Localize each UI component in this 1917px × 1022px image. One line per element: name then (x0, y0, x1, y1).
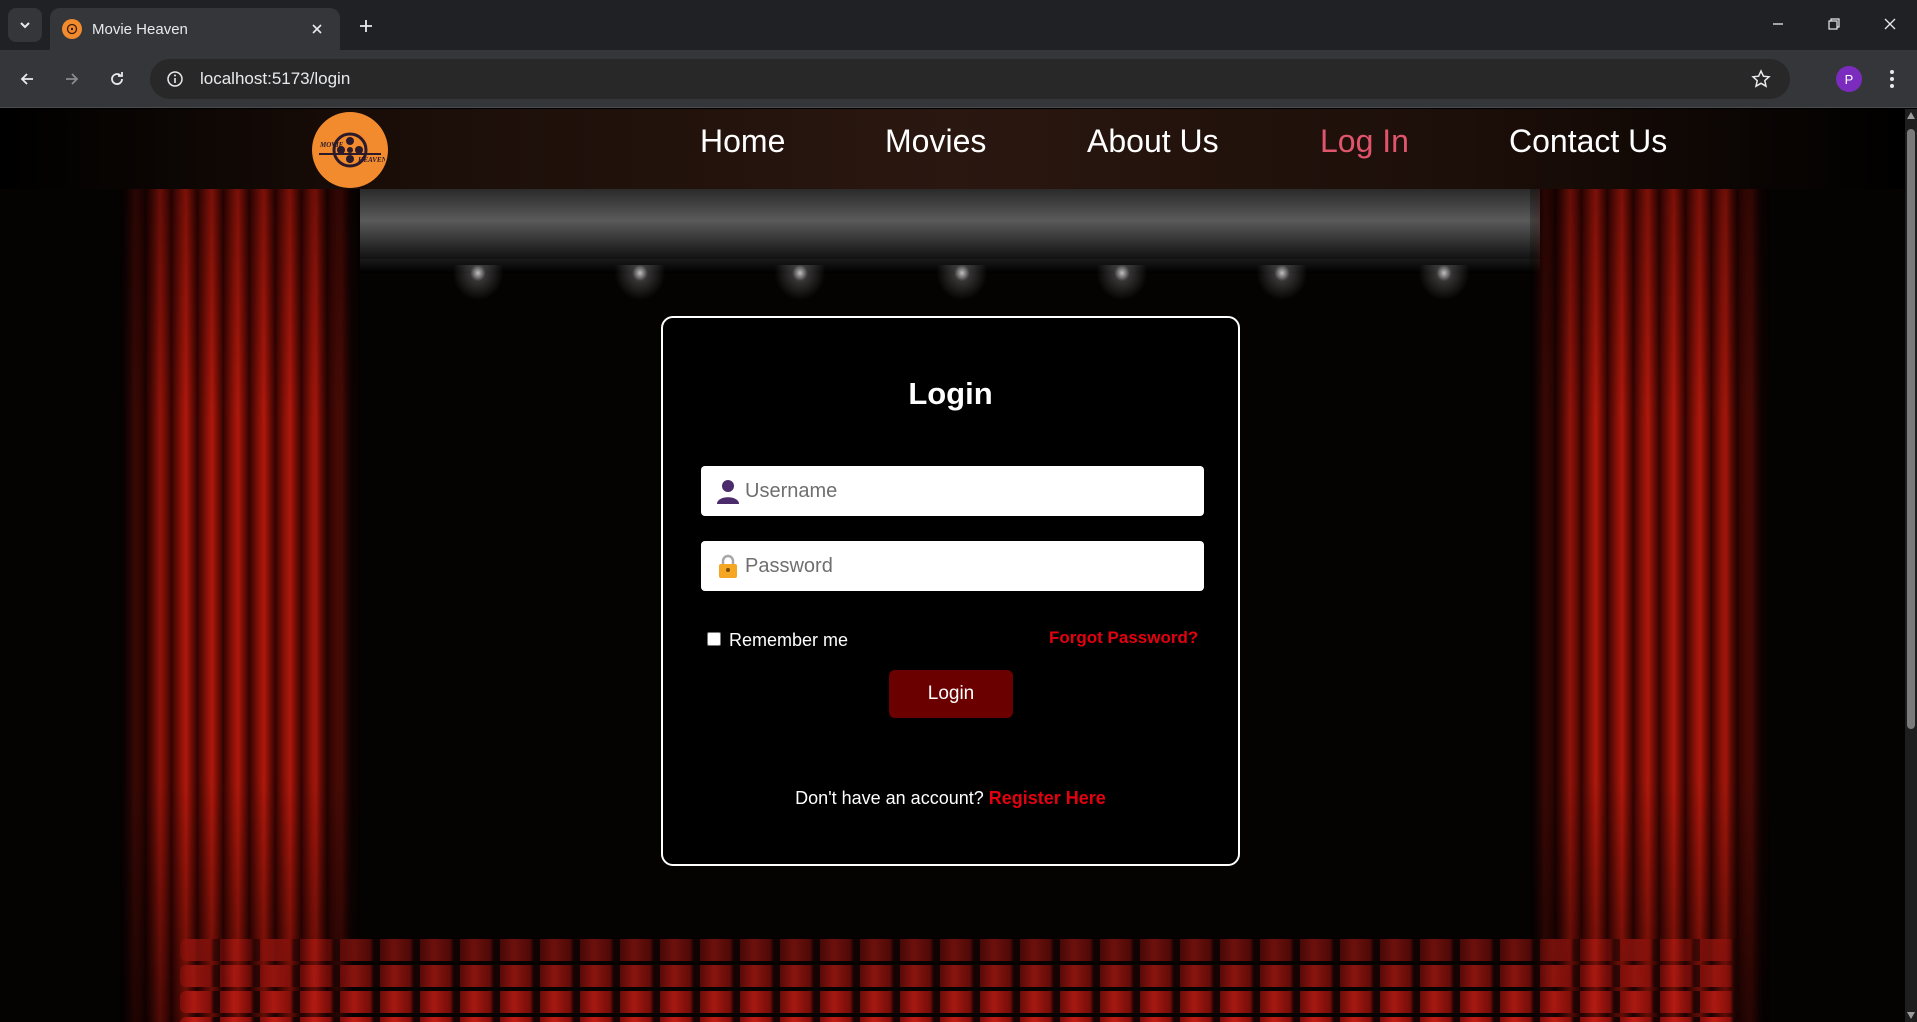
profile-avatar[interactable]: P (1836, 66, 1862, 92)
restore-icon[interactable] (1806, 0, 1862, 48)
remember-me-checkbox[interactable] (707, 631, 721, 646)
password-field[interactable] (701, 541, 1204, 591)
minimize-icon[interactable] (1750, 0, 1806, 48)
reload-icon[interactable] (102, 64, 132, 94)
site-info-icon[interactable] (164, 68, 186, 90)
svg-text:HEAVEN: HEAVEN (357, 156, 385, 164)
star-icon[interactable] (1746, 64, 1776, 94)
seat-row (180, 991, 1740, 1013)
nav-contact-us[interactable]: Contact Us (1509, 123, 1667, 160)
svg-text:MOVIE: MOVIE (319, 141, 344, 149)
page-scrollbar[interactable] (1905, 109, 1917, 1022)
movie-reel-icon (62, 19, 82, 39)
username-field[interactable] (701, 466, 1204, 516)
scroll-thumb[interactable] (1907, 129, 1915, 729)
login-form: Login Remember me Forgot Password? Login… (661, 316, 1240, 866)
stage-light (1252, 265, 1312, 305)
address-bar[interactable]: localhost:5173/login (150, 59, 1790, 99)
chevron-down-icon (20, 22, 30, 29)
tab-title: Movie Heaven (92, 20, 188, 38)
register-prompt: Don't have an account? Register Here (663, 788, 1238, 809)
lock-icon (715, 552, 741, 580)
register-prompt-text: Don't have an account? (795, 788, 984, 808)
stage-ceiling (360, 189, 1540, 259)
plus-icon[interactable] (352, 12, 380, 40)
stage-light (770, 265, 830, 305)
stage-light (932, 265, 992, 305)
url-text: localhost:5173/login (200, 69, 351, 88)
remember-me: Remember me (707, 630, 848, 651)
remember-me-label: Remember me (729, 630, 849, 650)
stage-light (1414, 265, 1474, 305)
scroll-down-arrow-icon[interactable] (1907, 1012, 1915, 1019)
register-link[interactable]: Register Here (989, 788, 1106, 808)
nav-log-in[interactable]: Log In (1320, 123, 1409, 160)
site-header: MOVIE HEAVEN Home Movies About Us Log In… (0, 109, 1905, 189)
stage-light (448, 265, 508, 305)
scroll-up-arrow-icon[interactable] (1907, 112, 1915, 119)
forgot-password-link[interactable]: Forgot Password? (1049, 628, 1198, 648)
curtain-shade (1530, 149, 1770, 1022)
tab-list-button[interactable] (8, 8, 42, 42)
seat-row (180, 1017, 1740, 1022)
theater-seats (180, 939, 1740, 1022)
nav-movies[interactable]: Movies (885, 123, 986, 160)
browser-tab-strip: Movie Heaven (0, 0, 1917, 50)
menu-dots-icon[interactable] (1880, 64, 1904, 94)
seat-row (180, 939, 1740, 961)
movie-heaven-logo[interactable]: MOVIE HEAVEN (312, 112, 388, 188)
forward-icon[interactable] (57, 64, 87, 94)
nav-home[interactable]: Home (700, 123, 785, 160)
browser-tab[interactable]: Movie Heaven (50, 8, 340, 50)
user-icon (715, 477, 741, 505)
stage-light (1092, 265, 1152, 305)
back-icon[interactable] (12, 64, 42, 94)
page-viewport: MOVIE HEAVEN Home Movies About Us Log In… (0, 109, 1905, 1022)
film-reel-icon: MOVIE HEAVEN (319, 132, 385, 168)
username-input[interactable] (745, 479, 1204, 503)
stage-light (610, 265, 670, 305)
window-close-icon[interactable] (1862, 0, 1917, 48)
nav-about-us[interactable]: About Us (1087, 123, 1219, 160)
login-button[interactable]: Login (889, 670, 1013, 718)
close-icon[interactable] (306, 18, 328, 40)
seat-row (180, 965, 1740, 987)
login-title: Login (908, 376, 993, 411)
browser-toolbar: localhost:5173/login (0, 50, 1917, 108)
curtain-shade (120, 149, 360, 1022)
password-input[interactable] (745, 554, 1204, 578)
